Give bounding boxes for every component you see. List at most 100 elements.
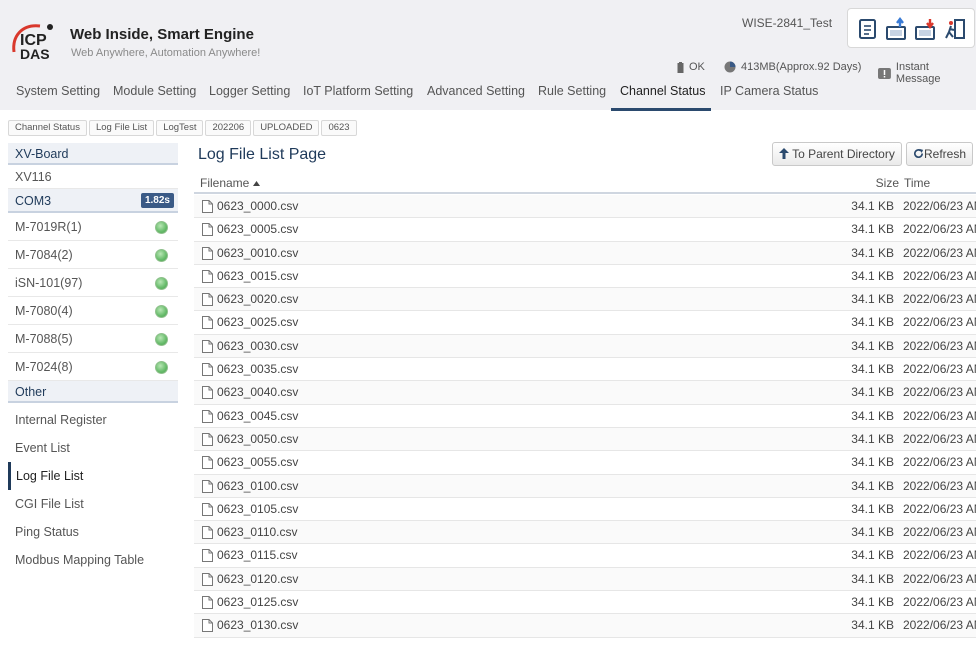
sidebar-link-log-file-list[interactable]: Log File List [8, 462, 178, 490]
refresh-icon [914, 148, 924, 159]
breadcrumb-uploaded[interactable]: UPLOADED [253, 120, 320, 136]
sidebar-item-module[interactable]: M-7080(4) [8, 297, 178, 325]
status-dot-icon [155, 361, 168, 374]
sidebar-link-internal-register[interactable]: Internal Register [8, 406, 178, 434]
file-size: 34.1 KB [851, 362, 894, 377]
table-row[interactable]: 0623_0110.csv 34.1 KB 2022/06/23 AM 01:15 [194, 521, 976, 545]
nav-advanced-setting[interactable]: Advanced Setting [427, 84, 525, 98]
file-name-link[interactable]: 0623_0055.csv [217, 451, 298, 474]
file-time: 2022/06/23 AM 01:25 [903, 571, 976, 586]
battery-status: OK [677, 61, 705, 73]
parent-directory-button[interactable]: To Parent Directory [772, 142, 902, 166]
sidebar-item-xv116[interactable]: XV116 [8, 165, 178, 189]
file-name-link[interactable]: 0623_0105.csv [217, 498, 298, 521]
nav-module-setting[interactable]: Module Setting [113, 84, 196, 98]
table-row[interactable]: 0623_0120.csv 34.1 KB 2022/06/23 AM 01:25 [194, 567, 976, 592]
nav-logger-setting[interactable]: Logger Setting [209, 84, 290, 98]
table-row[interactable]: 0623_0045.csv 34.1 KB 2022/06/23 AM 12:50 [194, 405, 976, 428]
breadcrumb-channel-status[interactable]: Channel Status [8, 120, 87, 136]
column-filename-label: Filename [200, 176, 250, 190]
table-row[interactable]: 0623_0030.csv 34.1 KB 2022/06/23 AM 12:35 [194, 334, 976, 359]
logout-icon[interactable] [943, 17, 967, 41]
table-row[interactable]: 0623_0125.csv 34.1 KB 2022/06/23 AM 01:30 [194, 591, 976, 615]
table-row[interactable]: 0623_0010.csv 34.1 KB 2022/06/23 AM 12:15 [194, 241, 976, 265]
file-name-link[interactable]: 0623_0015.csv [217, 265, 298, 288]
file-name-link[interactable]: 0623_0035.csv [217, 358, 298, 381]
file-name-link[interactable]: 0623_0120.csv [217, 568, 298, 591]
page-title: Log File List Page [198, 146, 327, 163]
file-time: 2022/06/23 AM 01:10 [903, 501, 976, 516]
sidebar-item-module[interactable]: M-7088(5) [8, 325, 178, 353]
table-row[interactable]: 0623_0100.csv 34.1 KB 2022/06/23 AM 01:05 [194, 474, 976, 498]
table-row[interactable]: 0623_0105.csv 34.1 KB 2022/06/23 AM 01:10 [194, 498, 976, 522]
file-icon [202, 596, 213, 610]
table-row[interactable]: 0623_0055.csv 34.1 KB 2022/06/23 AM 01:00 [194, 451, 976, 475]
file-icon [202, 293, 213, 307]
document-icon[interactable] [856, 17, 880, 41]
file-name-link[interactable]: 0623_0100.csv [217, 475, 298, 498]
sidebar-item-module[interactable]: M-7024(8) [8, 353, 178, 381]
file-icon [202, 339, 213, 353]
file-name-link[interactable]: 0623_0125.csv [217, 591, 298, 614]
parent-directory-label: To Parent Directory [792, 147, 895, 161]
file-name-link[interactable]: 0623_0130.csv [217, 614, 298, 637]
sidebar-link-ping-status[interactable]: Ping Status [8, 518, 178, 546]
file-icon [202, 269, 213, 283]
nav-system-setting[interactable]: System Setting [16, 84, 100, 98]
download-icon[interactable] [914, 17, 938, 41]
nav-rule-setting[interactable]: Rule Setting [538, 84, 606, 98]
table-row[interactable]: 0623_0115.csv 34.1 KB 2022/06/23 AM 01:20 [194, 544, 976, 568]
refresh-button[interactable]: Refresh [906, 142, 974, 166]
table-row[interactable]: 0623_0050.csv 34.1 KB 2022/06/23 AM 12:55 [194, 427, 976, 452]
device-name: WISE-2841_Test [742, 16, 833, 30]
file-name-link[interactable]: 0623_0110.csv [217, 521, 298, 544]
nav-iot-platform-setting[interactable]: IoT Platform Setting [303, 84, 413, 98]
nav-ip-camera-status[interactable]: IP Camera Status [720, 84, 818, 98]
file-name-link[interactable]: 0623_0115.csv [217, 544, 298, 567]
nav-channel-status[interactable]: Channel Status [620, 84, 705, 98]
file-name-link[interactable]: 0623_0045.csv [217, 405, 298, 428]
table-row[interactable]: 0623_0025.csv 34.1 KB 2022/06/23 AM 12:30 [194, 311, 976, 335]
file-name-link[interactable]: 0623_0005.csv [217, 218, 298, 241]
file-name-link[interactable]: 0623_0040.csv [217, 381, 298, 404]
breadcrumb-202206[interactable]: 202206 [205, 120, 252, 136]
sidebar-item-module[interactable]: M-7019R(1) [8, 213, 178, 241]
sidebar-item-module[interactable]: iSN-101(97) [8, 269, 178, 297]
file-icon [202, 409, 213, 423]
file-name-link[interactable]: 0623_0000.csv [217, 195, 298, 218]
table-row[interactable]: 0623_0020.csv 34.1 KB 2022/06/23 AM 12:25 [194, 288, 976, 312]
breadcrumb-log-file-list[interactable]: Log File List [88, 120, 155, 136]
file-name-link[interactable]: 0623_0050.csv [217, 428, 298, 451]
file-name-link[interactable]: 0623_0020.csv [217, 288, 298, 311]
file-name-link[interactable]: 0623_0030.csv [217, 335, 298, 358]
file-name-link[interactable]: 0623_0025.csv [217, 311, 298, 334]
table-row[interactable]: 0623_0035.csv 34.1 KB 2022/06/23 AM 12:40 [194, 358, 976, 382]
file-size: 34.1 KB [851, 431, 894, 446]
file-table-body: 0623_0000.csv34.1 KB2022/06/23 AM 12:050… [194, 195, 976, 638]
column-header-time[interactable]: Time [904, 176, 930, 190]
upload-icon[interactable] [885, 17, 909, 41]
table-row[interactable]: 0623_0000.csv 34.1 KB 2022/06/23 AM 12:05 [194, 195, 976, 219]
file-name-link[interactable]: 0623_0010.csv [217, 242, 298, 265]
file-size: 34.1 KB [851, 525, 894, 540]
file-time: 2022/06/23 AM 12:20 [903, 268, 976, 283]
column-header-size[interactable]: Size [839, 176, 899, 190]
table-row[interactable]: 0623_0005.csv 34.1 KB 2022/06/23 AM 12:10 [194, 218, 976, 242]
sidebar-link-modbus-mapping-table[interactable]: Modbus Mapping Table [8, 546, 178, 574]
sidebar-link-event-list[interactable]: Event List [8, 434, 178, 462]
status-dot-icon [155, 277, 168, 290]
table-row[interactable]: 0623_0015.csv 34.1 KB 2022/06/23 AM 12:20 [194, 265, 976, 289]
file-time: 2022/06/23 AM 12:05 [903, 199, 976, 213]
file-time: 2022/06/23 AM 01:30 [903, 595, 976, 610]
breadcrumb-0623[interactable]: 0623 [321, 120, 357, 136]
breadcrumb-logtest[interactable]: LogTest [156, 120, 204, 136]
sidebar-link-cgi-file-list[interactable]: CGI File List [8, 490, 178, 518]
module-label: M-7080(4) [15, 304, 73, 318]
column-header-filename[interactable]: Filename [200, 176, 260, 190]
sidebar-header-xv-board[interactable]: XV-Board [8, 143, 178, 165]
table-row[interactable]: 0623_0130.csv 34.1 KB 2022/06/23 AM 01:35 [194, 614, 976, 638]
file-icon [202, 549, 213, 563]
sidebar-item-com3[interactable]: COM3 1.82s [8, 189, 178, 213]
sidebar-item-module[interactable]: M-7084(2) [8, 241, 178, 269]
table-row[interactable]: 0623_0040.csv 34.1 KB 2022/06/23 AM 12:45 [194, 381, 976, 405]
